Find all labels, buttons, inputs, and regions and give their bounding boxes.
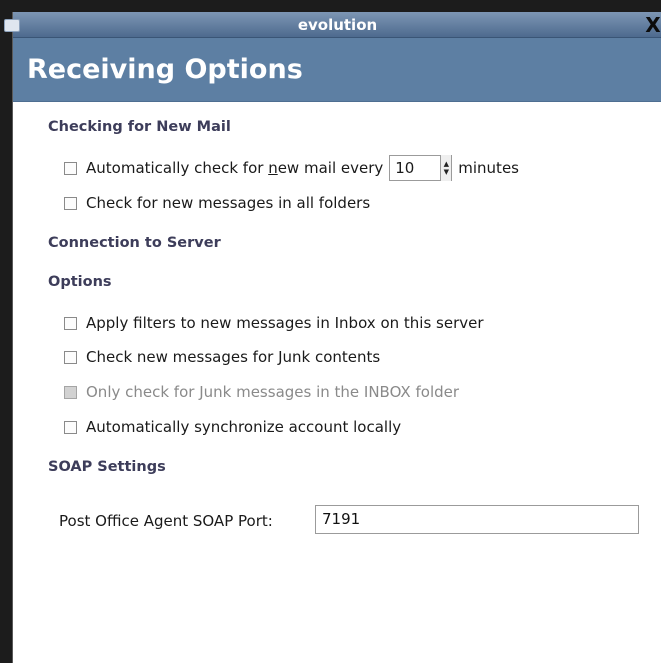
all-folders-row: Check for new messages in all folders	[64, 193, 370, 213]
check-junk-row: Check new messages for Junk contents	[64, 347, 380, 367]
auto-check-label-suffix: ew mail every	[277, 159, 384, 177]
auto-check-label-prefix: Automatically check for	[86, 159, 269, 177]
check-interval-value[interactable]: 10	[390, 159, 440, 177]
soap-port-label: Post Office Agent SOAP Port:	[59, 512, 273, 530]
spinner-arrows-icon[interactable]: ▲ ▼	[440, 155, 452, 181]
junk-inbox-only-checkbox	[64, 385, 77, 399]
auto-check-row: Automatically check for n ew mail every 1…	[64, 155, 519, 181]
evolution-window: evolution X Receiving Options Checking f…	[4, 12, 661, 663]
sync-locally-row: Automatically synchronize account locall…	[64, 417, 401, 437]
page-banner: Receiving Options	[13, 38, 661, 102]
check-junk-checkbox[interactable]	[64, 350, 77, 364]
apply-filters-label[interactable]: Apply filters to new messages in Inbox o…	[86, 314, 484, 332]
apply-filters-checkbox[interactable]	[64, 316, 77, 330]
section-soap-settings: SOAP Settings	[48, 459, 166, 475]
auto-check-checkbox[interactable]	[64, 161, 77, 175]
check-junk-label[interactable]: Check new messages for Junk contents	[86, 348, 380, 366]
window-title: evolution	[297, 16, 378, 34]
section-checking-new-mail: Checking for New Mail	[48, 119, 231, 135]
all-folders-checkbox[interactable]	[64, 196, 77, 210]
title-bar[interactable]: evolution X	[4, 12, 661, 38]
soap-port-input[interactable]: 7191	[315, 505, 639, 534]
apply-filters-row: Apply filters to new messages in Inbox o…	[64, 313, 484, 333]
close-icon[interactable]: X	[644, 15, 661, 35]
sync-locally-checkbox[interactable]	[64, 420, 77, 434]
check-interval-unit: minutes	[458, 159, 519, 177]
section-options: Options	[48, 274, 112, 290]
auto-check-mnemonic: n	[268, 159, 278, 177]
page-title: Receiving Options	[27, 54, 303, 85]
all-folders-label[interactable]: Check for new messages in all folders	[86, 194, 370, 212]
junk-inbox-only-label: Only check for Junk messages in the INBO…	[86, 383, 460, 401]
sync-locally-label[interactable]: Automatically synchronize account locall…	[86, 418, 401, 436]
check-interval-spinner[interactable]: 10 ▲ ▼	[389, 155, 453, 181]
section-connection-to-server: Connection to Server	[48, 235, 221, 251]
junk-inbox-only-row: Only check for Junk messages in the INBO…	[64, 382, 459, 402]
